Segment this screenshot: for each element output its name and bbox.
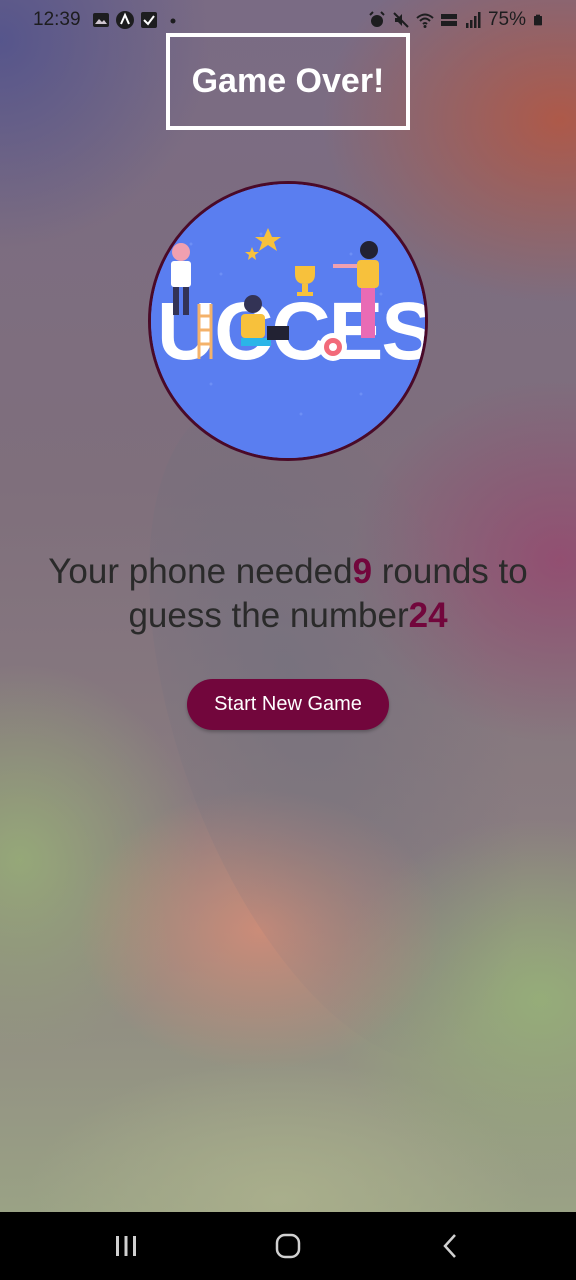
dot-icon	[170, 18, 176, 24]
alarm-icon	[369, 11, 385, 27]
rounds-count: 9	[352, 552, 373, 591]
status-time: 12:39	[33, 9, 81, 30]
recent-apps-button[interactable]	[102, 1230, 150, 1262]
start-new-game-label: Start New Game	[214, 693, 362, 715]
status-left-icons	[92, 11, 182, 29]
back-icon	[443, 1234, 456, 1258]
result-text-prefix: Your phone needed	[48, 552, 353, 591]
home-icon	[275, 1233, 301, 1259]
success-image: UCCES	[148, 181, 428, 461]
system-navigation-bar	[0, 1212, 576, 1280]
success-letters: UCCES	[157, 286, 425, 377]
app-icon	[116, 11, 134, 29]
volte-icon	[440, 14, 457, 26]
game-over-title-box: Game Over!	[166, 33, 410, 130]
page-title: Game Over!	[191, 62, 385, 100]
wifi-icon	[416, 13, 434, 28]
mute-icon	[393, 12, 409, 28]
svg-text:UCCES: UCCES	[157, 286, 425, 377]
recent-apps-icon	[116, 1236, 136, 1256]
user-number: 24	[408, 596, 448, 635]
result-summary: Your phone needed9 rounds to guess the n…	[20, 550, 556, 638]
home-button[interactable]	[264, 1230, 312, 1262]
back-button[interactable]	[426, 1230, 474, 1262]
success-illustration: UCCES	[151, 184, 425, 458]
background-wave	[70, 344, 576, 1116]
status-right-icons: 75%	[368, 9, 544, 31]
target-icon	[319, 333, 347, 361]
image-icon	[93, 13, 109, 27]
start-new-game-button[interactable]: Start New Game	[187, 679, 389, 730]
checkbox-icon	[141, 12, 157, 28]
battery-icon	[534, 14, 542, 26]
battery-percentage: 75%	[487, 9, 526, 30]
signal-icon	[465, 12, 481, 28]
